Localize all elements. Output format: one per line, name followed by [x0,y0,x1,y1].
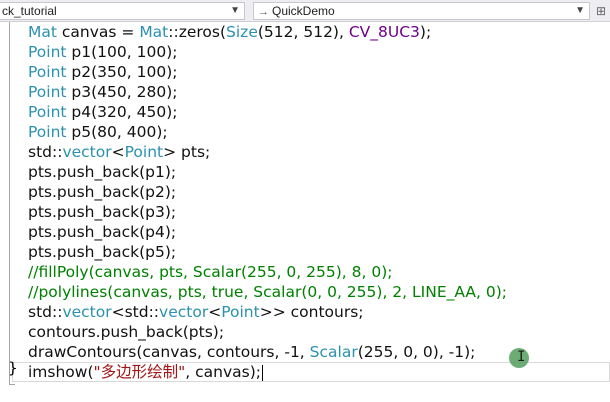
code-line[interactable]: Mat canvas = Mat::zeros(Size(512, 512), … [28,22,431,42]
outline-fold-end [9,384,15,385]
code-line[interactable]: pts.push_back(p1); [28,162,176,182]
editor-margin [0,22,12,402]
code-token: < [111,143,125,161]
code-token: Point [28,103,67,121]
code-line[interactable]: contours.push_back(pts); [28,322,224,342]
code-token: ); [419,23,432,41]
code-token: p5(80, 400); [66,123,168,141]
code-token: (512, 512), [257,23,349,41]
code-token: <std:: [111,303,160,321]
code-line[interactable]: std::vector<std::vector<Point>> contours… [28,302,364,322]
code-line[interactable]: //polylines(canvas, pts, true, Scalar(0,… [28,282,507,302]
code-token: contours.push_back(pts); [28,323,225,341]
code-token: p1(100, 100); [66,43,178,61]
code-token: //polylines(canvas, pts, true, Scalar(0,… [28,283,507,301]
code-token: < [208,303,222,321]
code-token: "多边形绘制" [93,363,186,381]
project-dropdown-label: ck_tutorial [2,4,57,18]
navigation-bar: ck_tutorial ▼ → QuickDemo ▼ ⊞ [0,0,610,22]
code-token: Mat [28,23,57,41]
code-token: imshow( [28,363,94,381]
code-token: pts.push_back(p5); [28,243,177,261]
code-line[interactable]: pts.push_back(p5); [28,242,176,262]
code-token: std:: [28,143,63,161]
code-token: ::zeros( [168,23,227,41]
code-token: p4(320, 450); [66,103,178,121]
code-token: p3(450, 280); [66,83,178,101]
code-line[interactable]: pts.push_back(p2); [28,182,176,202]
chevron-down-icon: ▼ [230,5,240,16]
closing-brace: } [8,359,18,377]
code-token: pts.push_back(p1); [28,163,177,181]
code-token: Point [28,83,67,101]
code-token: drawContours(canvas, contours, -1, [28,343,310,361]
code-token: canvas = [56,23,140,41]
function-dropdown-label: QuickDemo [272,4,335,18]
code-token: vector [159,303,209,321]
code-token: vector [62,303,112,321]
chevron-down-icon: ▼ [575,5,585,16]
text-caret [262,364,263,381]
code-token: (255, 0, 0), -1); [357,343,476,361]
code-line[interactable]: imshow("多边形绘制", canvas); [28,362,263,382]
code-line[interactable]: Point p3(450, 280); [28,82,177,102]
code-token: Point [28,123,67,141]
code-token: Point [28,43,67,61]
code-token: p2(350, 100); [66,63,178,81]
code-token: std:: [28,303,63,321]
text-cursor-icon: I [517,349,526,365]
code-line[interactable]: Point p5(80, 400); [28,122,168,142]
code-token: Mat [139,23,169,41]
code-token: CV_8UC3 [348,23,420,41]
code-token: Point [28,63,67,81]
code-token: Point [221,303,260,321]
function-dropdown[interactable]: → QuickDemo ▼ [253,2,590,20]
code-line[interactable]: Point p2(350, 100); [28,62,177,82]
outline-fold-line [9,22,10,384]
code-line[interactable]: pts.push_back(p4); [28,222,176,242]
split-window-icon[interactable]: ⊞ [596,4,608,18]
code-line[interactable]: Point p1(100, 100); [28,42,177,62]
code-line[interactable]: pts.push_back(p3); [28,202,176,222]
code-token: vector [62,143,112,161]
code-line[interactable]: Point p4(320, 450); [28,102,177,122]
code-token: Point [124,143,164,161]
code-token: pts.push_back(p2); [28,183,177,201]
function-arrow-icon: → [258,6,269,18]
code-token: Size [226,23,258,41]
code-token: pts.push_back(p3); [28,203,177,221]
code-token: pts.push_back(p4); [28,223,177,241]
code-line[interactable]: drawContours(canvas, contours, -1, Scala… [28,342,475,362]
code-token: >> contours; [259,303,364,321]
code-line[interactable]: std::vector<Point> pts; [28,142,210,162]
code-token: > pts; [163,143,211,161]
code-token: //fillPoly(canvas, pts, Scalar(255, 0, 2… [28,263,393,281]
project-dropdown[interactable]: ck_tutorial ▼ [0,2,245,20]
code-token: Scalar [309,343,358,361]
code-line[interactable]: //fillPoly(canvas, pts, Scalar(255, 0, 2… [28,262,393,282]
code-token: , canvas); [185,363,261,381]
